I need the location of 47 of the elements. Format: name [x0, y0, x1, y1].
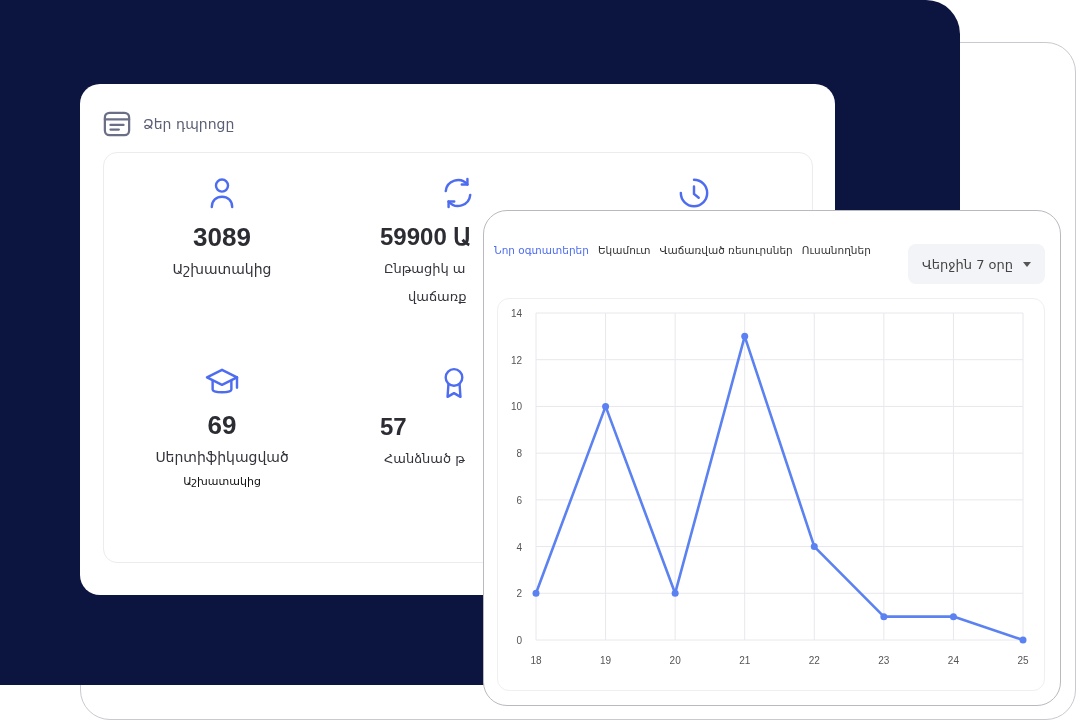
stat-value: 57 [380, 412, 407, 442]
chart-tab[interactable]: Ուսանողներ [801, 241, 871, 260]
stat-label: Սերտիֆիկացված [155, 448, 289, 467]
data-point [532, 589, 540, 597]
stat-sublabel: Աշխատակից [183, 474, 261, 490]
user-icon [209, 177, 235, 209]
data-point [602, 402, 610, 410]
caret-icon [1023, 261, 1031, 267]
data-point [949, 613, 957, 621]
y-tick-label: 14 [510, 308, 522, 319]
stat-label: Հանձնած թ [384, 450, 465, 468]
y-tick-label: 2 [516, 588, 522, 600]
refresh-icon [442, 177, 474, 209]
y-tick-label: 6 [516, 494, 522, 506]
award-icon [442, 367, 466, 399]
data-point [810, 543, 818, 551]
stat-value: 69 [207, 409, 237, 442]
stat-value: 59900 Ա [380, 222, 472, 252]
x-tick-label: 21 [739, 655, 751, 666]
stat-label: Աշխատակից [172, 260, 272, 279]
x-tick-label: 22 [808, 655, 820, 666]
data-point [880, 613, 888, 621]
card-icon [103, 110, 131, 138]
clock-icon [678, 177, 710, 209]
chart-tab[interactable]: Եկամուտ [597, 241, 651, 260]
y-tick-label: 12 [510, 354, 522, 366]
x-tick-label: 25 [1017, 655, 1029, 666]
graduation-cap-icon [205, 367, 239, 397]
chart-tab[interactable]: Վաճառված ռեսուրսներ [659, 241, 793, 260]
period-dropdown[interactable]: Վերջին 7 օրը [908, 244, 1045, 284]
stat-value: 3089 [193, 221, 251, 254]
stat-label: վաճառք [408, 288, 467, 306]
y-tick-label: 8 [516, 448, 522, 460]
y-tick-label: 4 [516, 541, 522, 553]
card-title: Ձեր դպրոցը [143, 116, 235, 132]
x-tick-label: 18 [530, 655, 542, 666]
data-point [671, 589, 679, 597]
x-tick-label: 24 [947, 655, 959, 666]
x-tick-label: 23 [878, 655, 890, 666]
y-tick-label: 0 [516, 635, 522, 646]
x-tick-label: 19 [600, 655, 612, 666]
x-tick-label: 20 [669, 655, 681, 666]
chart-tab[interactable]: Նոր օգտատերեր [494, 241, 589, 260]
y-tick-label: 10 [510, 401, 522, 413]
stat-label: Ընթացիկ ա [384, 260, 466, 278]
data-point [1019, 636, 1027, 644]
data-point [741, 332, 749, 340]
